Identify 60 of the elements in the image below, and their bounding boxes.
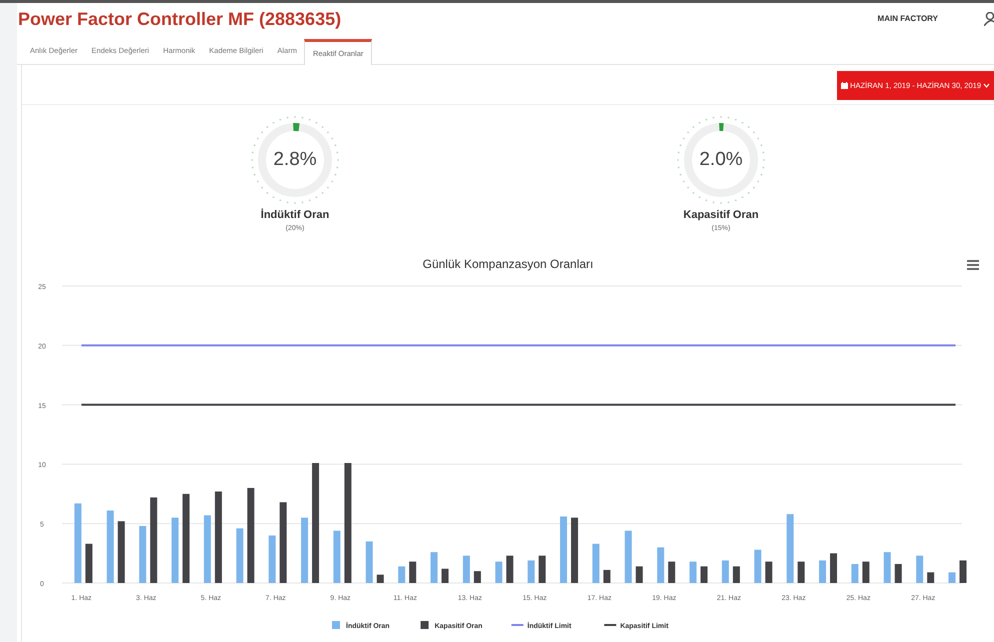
bar bbox=[398, 566, 406, 583]
bar bbox=[948, 572, 956, 583]
calendar-icon bbox=[841, 82, 848, 89]
bar bbox=[624, 530, 632, 583]
bar bbox=[960, 560, 967, 583]
bar bbox=[754, 550, 762, 583]
bar bbox=[301, 518, 308, 583]
bar bbox=[722, 560, 729, 583]
bar bbox=[204, 515, 211, 583]
bar bbox=[927, 572, 934, 583]
factory-name: MAIN FACTORY bbox=[878, 13, 938, 25]
bar bbox=[830, 553, 838, 583]
bar bbox=[506, 556, 514, 583]
chart-title: Günlük Kompanzasyon Oranları bbox=[422, 256, 594, 273]
bar bbox=[528, 560, 535, 583]
bar bbox=[636, 566, 643, 583]
bar bbox=[538, 556, 546, 583]
bar bbox=[571, 518, 578, 583]
bar bbox=[85, 544, 92, 583]
menu-icon[interactable] bbox=[966, 259, 982, 271]
bar bbox=[798, 562, 805, 583]
legend-swatch bbox=[420, 621, 429, 629]
bar bbox=[474, 571, 481, 583]
gauge-label: Kapasitif Oran bbox=[683, 208, 759, 223]
bar bbox=[690, 562, 697, 583]
gauge-value: 2.8% bbox=[273, 148, 317, 172]
bar bbox=[442, 568, 449, 583]
bar bbox=[851, 564, 858, 583]
bar bbox=[495, 562, 502, 583]
gauge-value: 2.0% bbox=[699, 148, 743, 172]
bar bbox=[333, 530, 340, 583]
bar bbox=[430, 552, 438, 583]
bar bbox=[139, 526, 146, 583]
bar bbox=[118, 521, 125, 583]
bar bbox=[884, 552, 891, 583]
bar bbox=[236, 528, 244, 583]
bar bbox=[592, 544, 600, 583]
bar bbox=[560, 516, 568, 583]
page-title: Power Factor Controller MF (2883635) bbox=[18, 8, 342, 31]
bar bbox=[409, 562, 416, 583]
bar bbox=[786, 514, 794, 583]
bar bbox=[668, 562, 676, 583]
gauge-label: İndüktif Oran bbox=[260, 208, 330, 223]
user-icon[interactable] bbox=[984, 12, 994, 26]
bar bbox=[462, 556, 470, 583]
caret-icon bbox=[983, 83, 990, 88]
bar bbox=[268, 535, 276, 583]
bar bbox=[916, 556, 924, 583]
bar bbox=[819, 560, 826, 583]
legend-swatch bbox=[332, 621, 340, 629]
bar bbox=[172, 518, 179, 583]
bar bbox=[732, 566, 740, 583]
bar bbox=[700, 566, 708, 583]
bar bbox=[603, 570, 610, 583]
bar bbox=[894, 564, 902, 583]
bar bbox=[862, 562, 870, 583]
bar bbox=[657, 547, 664, 583]
bar bbox=[765, 562, 772, 583]
bar bbox=[366, 541, 373, 583]
bar bbox=[376, 574, 384, 583]
